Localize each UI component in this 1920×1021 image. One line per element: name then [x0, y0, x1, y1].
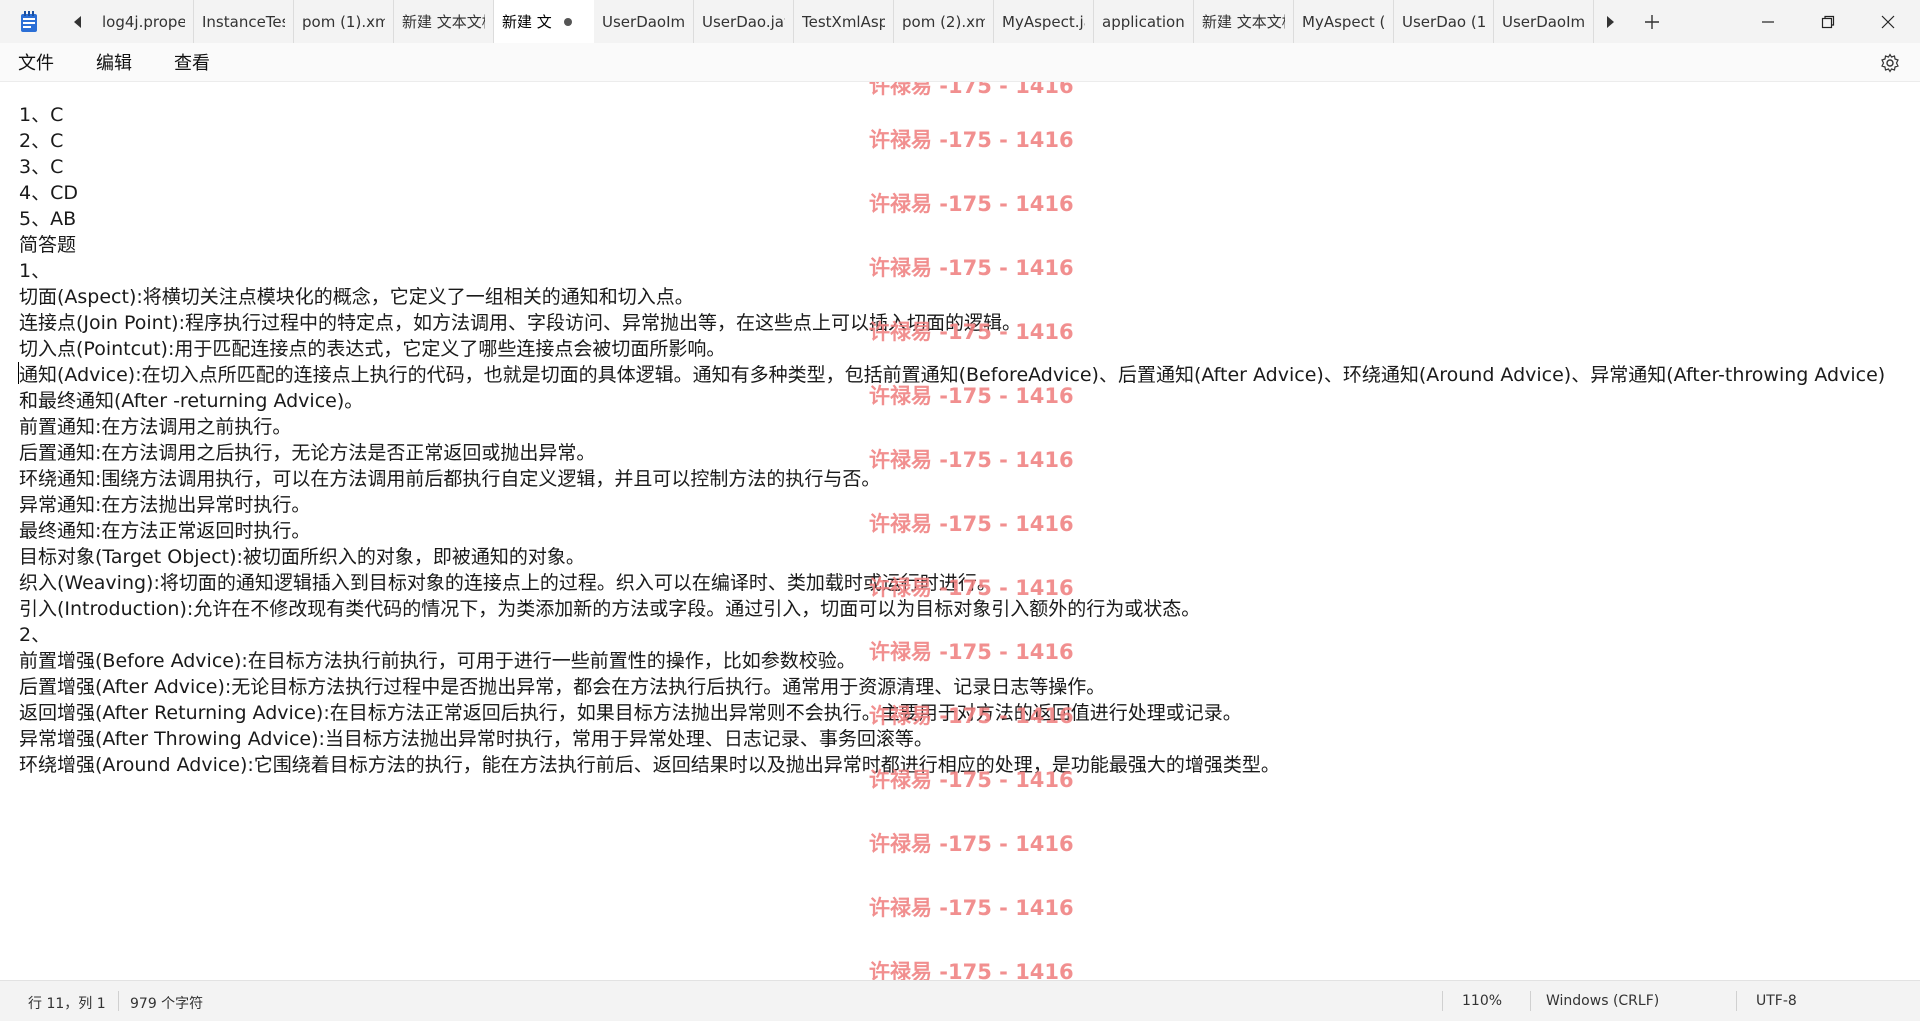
tab[interactable]: UserDaoImp: [594, 0, 694, 43]
editor-line[interactable]: 2、: [19, 622, 1899, 648]
scroll-tabs-right-icon[interactable]: [1594, 0, 1626, 43]
tab[interactable]: UserDao (1).j: [1394, 0, 1494, 43]
editor-line[interactable]: 环绕增强(Around Advice):它围绕着目标方法的执行，能在方法执行前后…: [19, 752, 1899, 778]
tab-label: 新建 文: [502, 13, 552, 31]
tab[interactable]: log4j.proper: [94, 0, 194, 43]
menu-file[interactable]: 文件: [18, 49, 54, 75]
encoding[interactable]: UTF-8: [1756, 993, 1797, 1009]
tab[interactable]: InstanceTest: [194, 0, 294, 43]
editor-line[interactable]: 后置增强(After Advice):无论目标方法执行过程中是否抛出异常，都会在…: [19, 674, 1899, 700]
watermark-text: 许禄易 -175 - 1416: [869, 832, 1074, 856]
menu-edit[interactable]: 编辑: [96, 49, 132, 75]
editor-line[interactable]: 1、C: [19, 102, 1899, 128]
tab[interactable]: UserDaoImp: [1494, 0, 1594, 43]
editor-line[interactable]: 返回增强(After Returning Advice):在目标方法正常返回后执…: [19, 700, 1899, 726]
status-divider: [1530, 991, 1531, 1011]
minimize-button[interactable]: [1738, 0, 1798, 43]
notepad-app-icon: [14, 0, 44, 43]
tab-label: UserDao (1).j: [1402, 12, 1485, 31]
cursor-position: 行 11，列 1: [28, 996, 106, 1012]
watermark-text: 许禄易 -175 - 1416: [869, 960, 1074, 980]
watermark-text: 许禄易 -175 - 1416: [869, 896, 1074, 920]
status-bar: 行 11，列 1 979 个字符 110% Windows (CRLF) UTF…: [0, 980, 1920, 1021]
tab-strip: log4j.proper InstanceTest pom (1).xml 新建…: [94, 0, 1594, 43]
tab-label: UserDaoImp: [602, 12, 685, 31]
editor-line[interactable]: 环绕通知:围绕方法调用执行，可以在方法调用前后都执行自定义逻辑，并且可以控制方法…: [19, 466, 1899, 492]
tab-label: MyAspect (1): [1302, 12, 1385, 31]
zoom-level[interactable]: 110%: [1462, 993, 1502, 1009]
tab-label: InstanceTest: [202, 12, 285, 31]
tab-label: log4j.proper: [102, 12, 185, 31]
tab-label: UserDaoImp: [1502, 12, 1585, 31]
editor-line[interactable]: 5、AB: [19, 206, 1899, 232]
editor-line[interactable]: 4、CD: [19, 180, 1899, 206]
editor-line[interactable]: 织入(Weaving):将切面的通知逻辑插入到目标对象的连接点上的过程。织入可以…: [19, 570, 1899, 596]
editor-line[interactable]: 3、C: [19, 154, 1899, 180]
editor-line[interactable]: 目标对象(Target Object):被切面所织入的对象，即被通知的对象。: [19, 544, 1899, 570]
editor-line[interactable]: 连接点(Join Point):程序执行过程中的特定点，如方法调用、字段访问、异…: [19, 310, 1899, 336]
tab[interactable]: applicationC: [1094, 0, 1194, 43]
tab-label: applicationC: [1102, 12, 1185, 31]
editor-line[interactable]: 简答题: [19, 232, 1899, 258]
text-editor[interactable]: 1、C 2、C 3、C 4、CD 5、AB 简答题 1、 切面(Aspect):将横切关注点模…: [0, 82, 1920, 980]
status-divider: [1736, 991, 1737, 1011]
tab[interactable]: 新建 文本文档: [1194, 0, 1294, 43]
tab[interactable]: TestXmlAspe: [794, 0, 894, 43]
unsaved-dot-icon[interactable]: [564, 18, 572, 26]
editor-line[interactable]: 1、: [19, 258, 1899, 284]
tab-label: 新建 文本文档: [402, 13, 485, 31]
character-count: 979 个字符: [130, 996, 204, 1012]
menu-view[interactable]: 查看: [174, 49, 210, 75]
minimize-icon: [1762, 20, 1774, 23]
tab-label: pom (1).xml: [302, 12, 385, 31]
editor-line[interactable]: 切面(Aspect):将横切关注点模块化的概念，它定义了一组相关的通知和切入点。: [19, 284, 1899, 310]
tab[interactable]: pom (1).xml: [294, 0, 394, 43]
editor-line[interactable]: 前置增强(Before Advice):在目标方法执行前执行，可用于进行一些前置…: [19, 648, 1899, 674]
line-ending[interactable]: Windows (CRLF): [1546, 993, 1659, 1009]
editor-line[interactable]: 前置通知:在方法调用之前执行。: [19, 414, 1899, 440]
editor-line[interactable]: 2、C: [19, 128, 1899, 154]
tab-label: MyAspect.jav: [1002, 12, 1085, 31]
restore-icon: [1821, 15, 1835, 28]
tab-label: 新建 文本文档: [1202, 13, 1285, 31]
status-divider: [118, 991, 119, 1011]
plus-icon: [1645, 14, 1659, 29]
close-icon: [1881, 15, 1895, 28]
tab[interactable]: UserDao.java: [694, 0, 794, 43]
editor-line[interactable]: 异常通知:在方法抛出异常时执行。: [19, 492, 1899, 518]
status-divider: [1442, 991, 1443, 1011]
tab[interactable]: MyAspect (1): [1294, 0, 1394, 43]
editor-line[interactable]: 异常增强(After Throwing Advice):当目标方法抛出异常时执行…: [19, 726, 1899, 752]
settings-gear-icon[interactable]: [1880, 53, 1900, 73]
editor-line[interactable]: 后置通知:在方法调用之后执行，无论方法是否正常返回或抛出异常。: [19, 440, 1899, 466]
tab[interactable]: MyAspect.jav: [994, 0, 1094, 43]
menu-bar: 文件 编辑 查看: [0, 43, 1920, 82]
restore-button[interactable]: [1798, 0, 1858, 43]
new-tab-button[interactable]: [1626, 0, 1678, 43]
editor-line[interactable]: 最终通知:在方法正常返回时执行。: [19, 518, 1899, 544]
tab-active[interactable]: 新建 文: [494, 0, 594, 43]
scroll-tabs-left-icon[interactable]: [62, 0, 94, 43]
text-caret: [18, 362, 19, 384]
tab-label: TestXmlAspe: [802, 12, 885, 31]
editor-line[interactable]: 引入(Introduction):允许在不修改现有类代码的情况下，为类添加新的方…: [19, 596, 1899, 622]
editor-line[interactable]: 通知(Advice):在切入点所匹配的连接点上执行的代码，也就是切面的具体逻辑。…: [19, 362, 1899, 414]
tab[interactable]: 新建 文本文档: [394, 0, 494, 43]
editor-line[interactable]: 切入点(Pointcut):用于匹配连接点的表达式，它定义了哪些连接点会被切面所…: [19, 336, 1899, 362]
watermark-text: 许禄易 -175 - 1416: [869, 82, 1074, 98]
title-bar: log4j.proper InstanceTest pom (1).xml 新建…: [0, 0, 1920, 43]
editor-text[interactable]: 1、C 2、C 3、C 4、CD 5、AB 简答题 1、 切面(Aspect):将横切关注点模…: [19, 102, 1899, 778]
tab[interactable]: pom (2).xml: [894, 0, 994, 43]
close-button[interactable]: [1858, 0, 1918, 43]
tab-label: UserDao.java: [702, 12, 785, 31]
tab-label: pom (2).xml: [902, 12, 985, 31]
